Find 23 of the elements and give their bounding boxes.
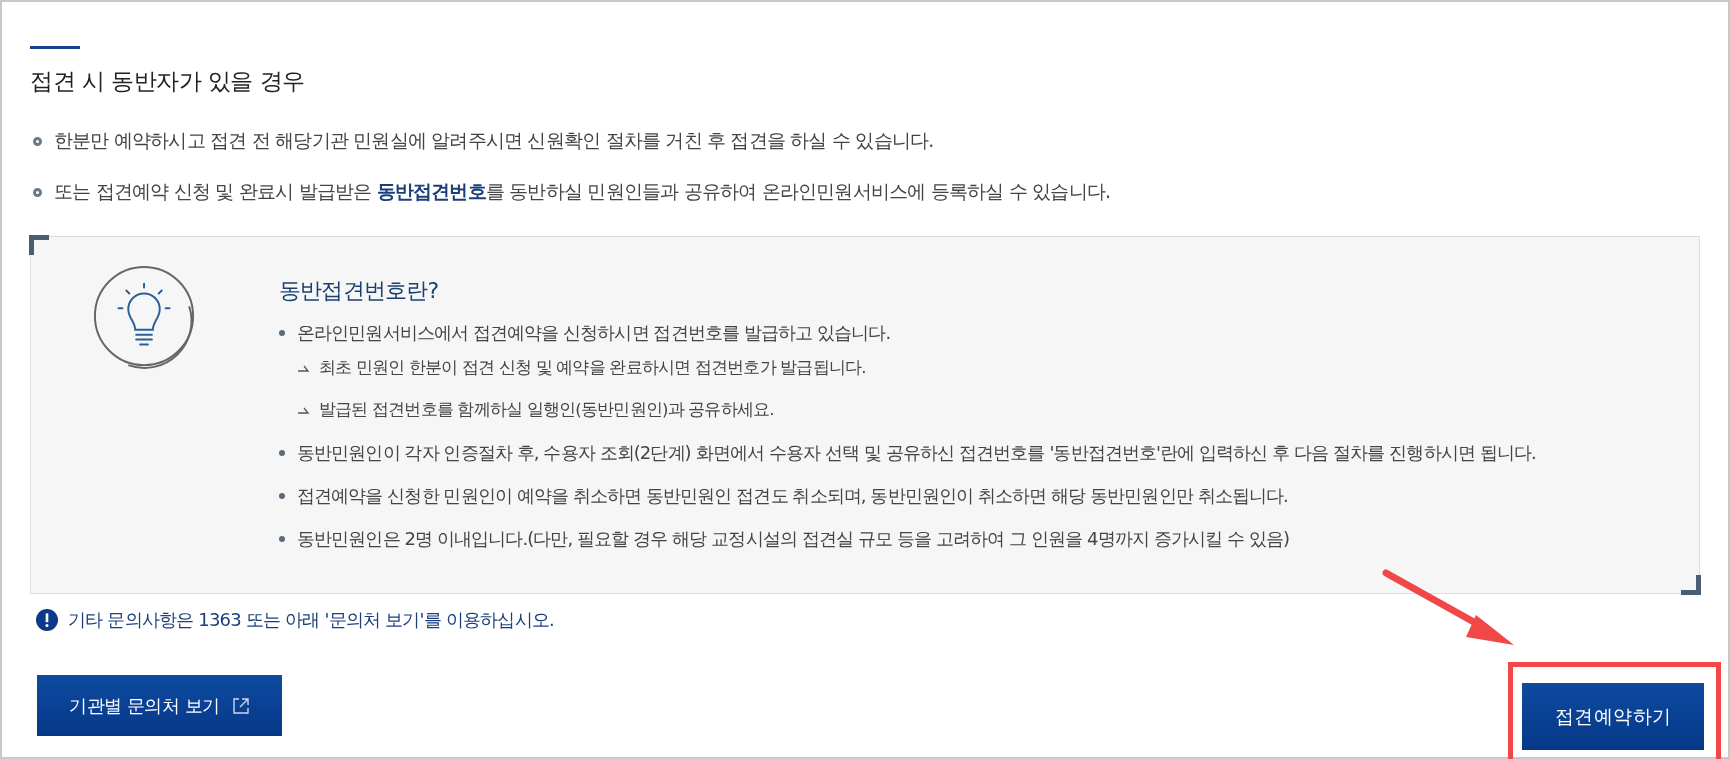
- bullet-icon: [33, 136, 42, 146]
- info-text: 동반민원인이 각자 인증절차 후, 수용자 조회(2단계) 화면에서 수용자 선택 및 공유하신 접견번호를 '동반접견번호'란에 입력하신 후 다음 절차를 진행하시면 됩니다.: [297, 441, 1536, 465]
- contact-button[interactable]: 기관별 문의처 보기: [37, 675, 282, 736]
- bullet-icon: [279, 450, 285, 456]
- bullet-text: 한분만 예약하시고 접견 전 해당기관 민원실에 알려주시면 신원확인 절차를 거친 후 접견을 하실 수 있습니다.: [54, 128, 934, 153]
- info-text: 온라인민원서비스에서 접견예약을 신청하시면 접견번호를 발급하고 있습니다.: [297, 321, 891, 345]
- bullet-icon: [279, 330, 285, 336]
- exclamation-icon: [36, 609, 58, 631]
- info-title: 동반접견번호란?: [279, 277, 440, 305]
- info-text: 접견예약을 신청한 민원인이 예약을 취소하면 동반민원인 접견도 취소되며, 동반민원인이 취소하면 해당 동반민원인만 취소됩니다.: [297, 484, 1288, 508]
- external-link-icon: [231, 696, 250, 715]
- notice-text: 기타 문의사항은 1363 또는 아래 '문의처 보기'를 이용하십시오.: [68, 608, 554, 632]
- info-subtext: 발급된 접견번호를 함께하실 일행인(동반민원인)과 공유하세요.: [319, 399, 774, 421]
- bullet-icon: [33, 187, 42, 197]
- info-subtext: 최초 민원인 한분이 접견 신청 및 예약을 완료하시면 접견번호가 발급됩니다.: [319, 357, 866, 379]
- section-title: 접견 시 동반자가 있을 경우: [30, 67, 306, 95]
- info-text: 동반민원인은 2명 이내입니다.(다만, 필요할 경우 해당 교정시설의 접견실 규모 등을 고려하여 그 인원을 4명까지 증가시킬 수 있음): [297, 527, 1290, 551]
- corner-mark: [1681, 575, 1701, 595]
- reservation-button[interactable]: 접견예약하기: [1522, 683, 1704, 750]
- bullet-icon: [279, 536, 285, 542]
- corner-mark: [29, 235, 49, 255]
- bullet-icon: [279, 493, 285, 499]
- bullet-text: 또는 접견예약 신청 및 완료시 발급받은 동반접견번호를 동반하실 민원인들과 공유하여 온라인민원서비스에 등록하실 수 있습니다.: [54, 179, 1111, 204]
